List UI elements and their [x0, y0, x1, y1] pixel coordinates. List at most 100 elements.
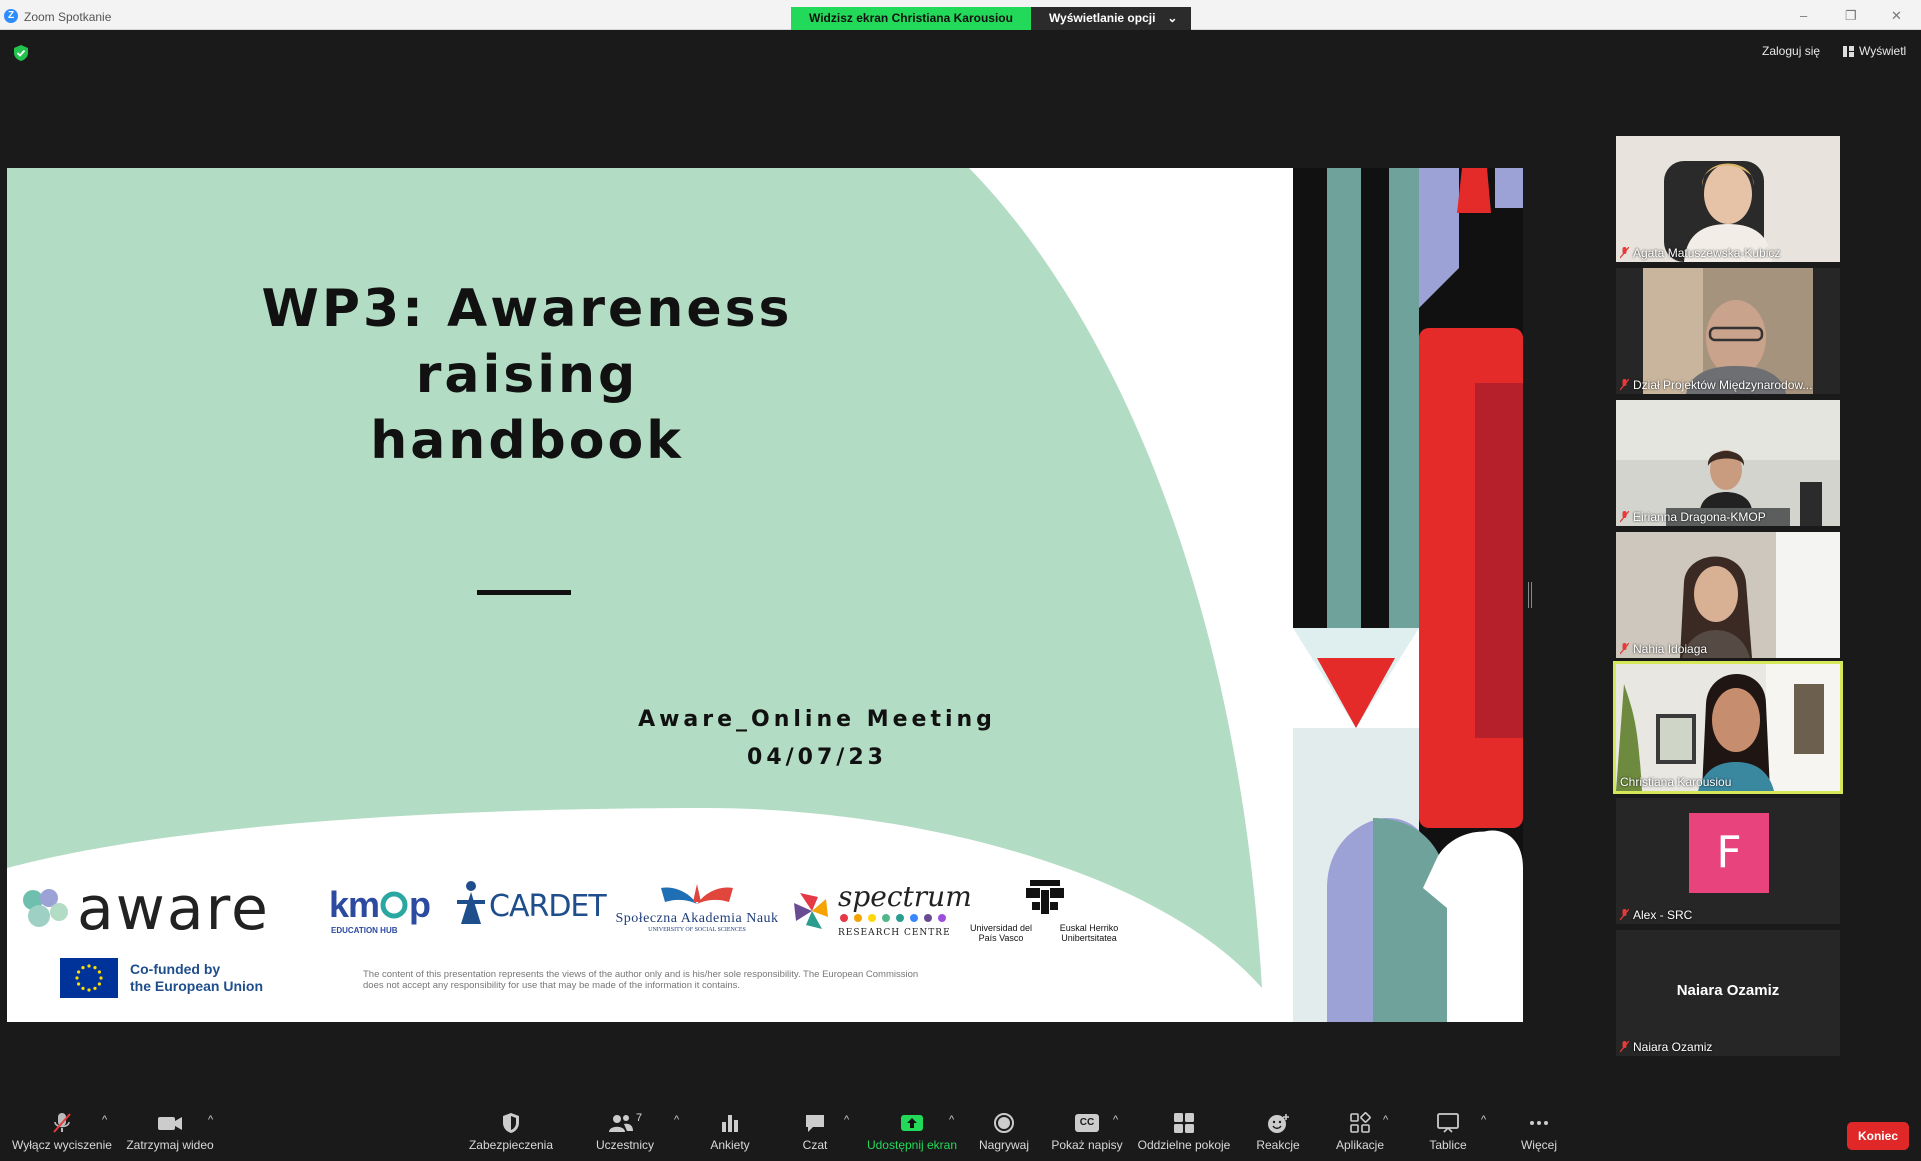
unmute-button[interactable]: Wyłącz wyciszenie: [10, 1112, 114, 1152]
share-screen-icon: [901, 1115, 923, 1131]
kmop-logo-p: p: [409, 884, 431, 925]
participants-button[interactable]: 7 Uczestnicy: [590, 1112, 660, 1152]
participant-tile[interactable]: F Alex - SRC: [1616, 798, 1840, 924]
participant-name-label: Naiara Ozamiz: [1633, 1040, 1713, 1054]
muted-mic-icon: [1620, 909, 1629, 921]
participant-tile[interactable]: Dział Projektów Międzynarodow...: [1616, 268, 1840, 394]
window-titlebar: Z Zoom Spotkanie Widzisz ekran Christian…: [0, 0, 1921, 30]
gallery-resize-handle[interactable]: [1528, 582, 1532, 608]
audio-options-caret[interactable]: ^: [102, 1114, 107, 1126]
whiteboards-options-caret[interactable]: ^: [1481, 1114, 1486, 1126]
reactions-label: Reakcje: [1256, 1138, 1300, 1152]
chat-bubble-icon: [806, 1115, 824, 1132]
whiteboard-icon: [1437, 1113, 1459, 1133]
grid-view-icon: [1843, 45, 1854, 57]
meeting-toolbar: Wyłącz wyciszenie ^ Zatrzymaj wideo ^ Za…: [0, 1100, 1921, 1161]
eu-text-line-2: the European Union: [130, 978, 263, 994]
participant-avatar: F: [1689, 813, 1769, 893]
cardet-figure-icon: [457, 881, 485, 924]
participant-tile[interactable]: Eirianna Dragona-KMOP: [1616, 400, 1840, 526]
participant-name: Nahia Idoiaga: [1620, 642, 1707, 656]
view-button[interactable]: Wyświetl: [1843, 44, 1906, 58]
spectrum-logo: spectrum RESEARCH CENTRE: [792, 880, 972, 938]
apps-label: Aplikacje: [1335, 1138, 1385, 1152]
participant-tile[interactable]: Naiara Ozamiz Naiara Ozamiz: [1616, 930, 1840, 1056]
video-options-caret[interactable]: ^: [208, 1114, 213, 1126]
polls-button[interactable]: Ankiety: [703, 1112, 757, 1152]
slide-divider: [477, 590, 571, 595]
spectrum-pinwheel-icon: [794, 893, 828, 929]
san-logo-subtitle: UNIVERSITY OF SOCIAL SCIENCES: [648, 927, 746, 933]
share-screen-label: Udostępnij ekran: [866, 1138, 958, 1152]
participant-tile[interactable]: Nahia Idoiaga: [1616, 532, 1840, 658]
participant-name: Alex - SRC: [1620, 908, 1692, 922]
view-button-label: Wyświetl: [1859, 44, 1907, 58]
participant-name-label: Christiana Karousiou: [1620, 775, 1732, 789]
san-book-icon: [661, 884, 733, 904]
participant-name-label: Alex - SRC: [1633, 908, 1693, 922]
eu-cofunded-logo: Co-funded by the European Union: [60, 958, 263, 998]
chat-options-caret[interactable]: ^: [844, 1114, 849, 1126]
slide-title: WP3: Awareness raising handbook: [157, 276, 897, 474]
apps-button[interactable]: Aplikacje: [1330, 1112, 1390, 1152]
upv-right-text: Euskal Herriko Unibertsitatea: [1059, 923, 1119, 943]
record-button[interactable]: Nagrywaj: [972, 1112, 1036, 1152]
view-options-button[interactable]: Wyświetlanie opcji ⌄: [1030, 7, 1192, 30]
participant-video: [1616, 400, 1840, 526]
more-label: Więcej: [1520, 1138, 1557, 1152]
participant-center-name: Naiara Ozamiz: [1676, 982, 1780, 999]
participants-options-caret[interactable]: ^: [674, 1114, 679, 1126]
apps-options-caret[interactable]: ^: [1383, 1114, 1388, 1126]
spectrum-logo-text: spectrum: [838, 880, 972, 913]
muted-microphone-icon: [53, 1113, 71, 1133]
slide-title-line-2: handbook: [370, 411, 684, 471]
aware-brain-icon: [23, 889, 68, 927]
captions-options-caret[interactable]: ^: [1113, 1114, 1118, 1126]
participant-tile-active-speaker[interactable]: Christiana Karousiou: [1613, 661, 1843, 794]
participant-name-label: Nahia Idoiaga: [1633, 642, 1708, 656]
spectrum-logo-subtitle: RESEARCH CENTRE: [838, 928, 951, 938]
eu-stars: [75, 964, 103, 992]
unmute-label: Wyłącz wyciszenie: [12, 1138, 112, 1152]
kmop-logo: km p EDUCATION HUB: [329, 884, 431, 935]
slide-meeting-info: Aware_Online Meeting 04/07/23: [567, 701, 1067, 777]
participants-label: Uczestnicy: [595, 1138, 654, 1152]
participant-video: [1616, 136, 1840, 262]
reaction-emoji-icon: [1268, 1114, 1289, 1133]
participant-name: Naiara Ozamiz: [1620, 1040, 1712, 1054]
end-meeting-button[interactable]: Koniec: [1847, 1122, 1909, 1150]
reactions-button[interactable]: Reakcje: [1252, 1112, 1304, 1152]
kmop-logo-text: km: [329, 884, 380, 925]
minimize-button[interactable]: –: [1800, 8, 1807, 23]
participant-tile[interactable]: Agata Matuszewska-Kubicz: [1616, 136, 1840, 262]
whiteboards-label: Tablice: [1429, 1138, 1467, 1152]
eu-text-line-1: Co-funded by: [130, 961, 221, 977]
more-button[interactable]: Więcej: [1514, 1112, 1564, 1152]
chevron-down-icon: ⌄: [1167, 11, 1178, 25]
muted-mic-icon: [1620, 1041, 1629, 1053]
login-button[interactable]: Zaloguj się: [1762, 44, 1820, 58]
encryption-shield-icon[interactable]: [14, 45, 28, 61]
bar-chart-icon: [722, 1115, 738, 1132]
participant-name-label: Dział Projektów Międzynarodow...: [1633, 378, 1813, 392]
stop-video-button[interactable]: Zatrzymaj wideo: [124, 1112, 216, 1152]
closed-captions-icon: CC: [1075, 1114, 1099, 1132]
san-logo: Społeczna Akademia Nauk UNIVERSITY OF SO…: [612, 880, 782, 933]
kmop-logo-subtitle: EDUCATION HUB: [331, 926, 398, 935]
aware-logo: aware: [19, 874, 270, 944]
cardet-logo-text: CARDET: [489, 889, 607, 924]
close-button[interactable]: ✕: [1891, 8, 1902, 24]
eu-flag-icon: [60, 958, 118, 998]
share-screen-button[interactable]: Udostępnij ekran: [862, 1112, 962, 1152]
chat-button[interactable]: Czat: [790, 1112, 840, 1152]
participant-name: Agata Matuszewska-Kubicz: [1620, 246, 1780, 260]
share-options-caret[interactable]: ^: [949, 1114, 954, 1126]
breakout-rooms-button[interactable]: Oddzielne pokoje: [1136, 1112, 1232, 1152]
share-banner-label: Widzisz ekran Christiana Karousiou: [791, 7, 1031, 30]
participant-video: [1616, 268, 1840, 394]
restore-button[interactable]: ❐: [1845, 8, 1857, 24]
security-button[interactable]: Zabezpieczenia: [466, 1112, 556, 1152]
polls-label: Ankiety: [710, 1138, 750, 1152]
participant-video: [1616, 532, 1840, 658]
whiteboards-button[interactable]: Tablice: [1420, 1112, 1476, 1152]
